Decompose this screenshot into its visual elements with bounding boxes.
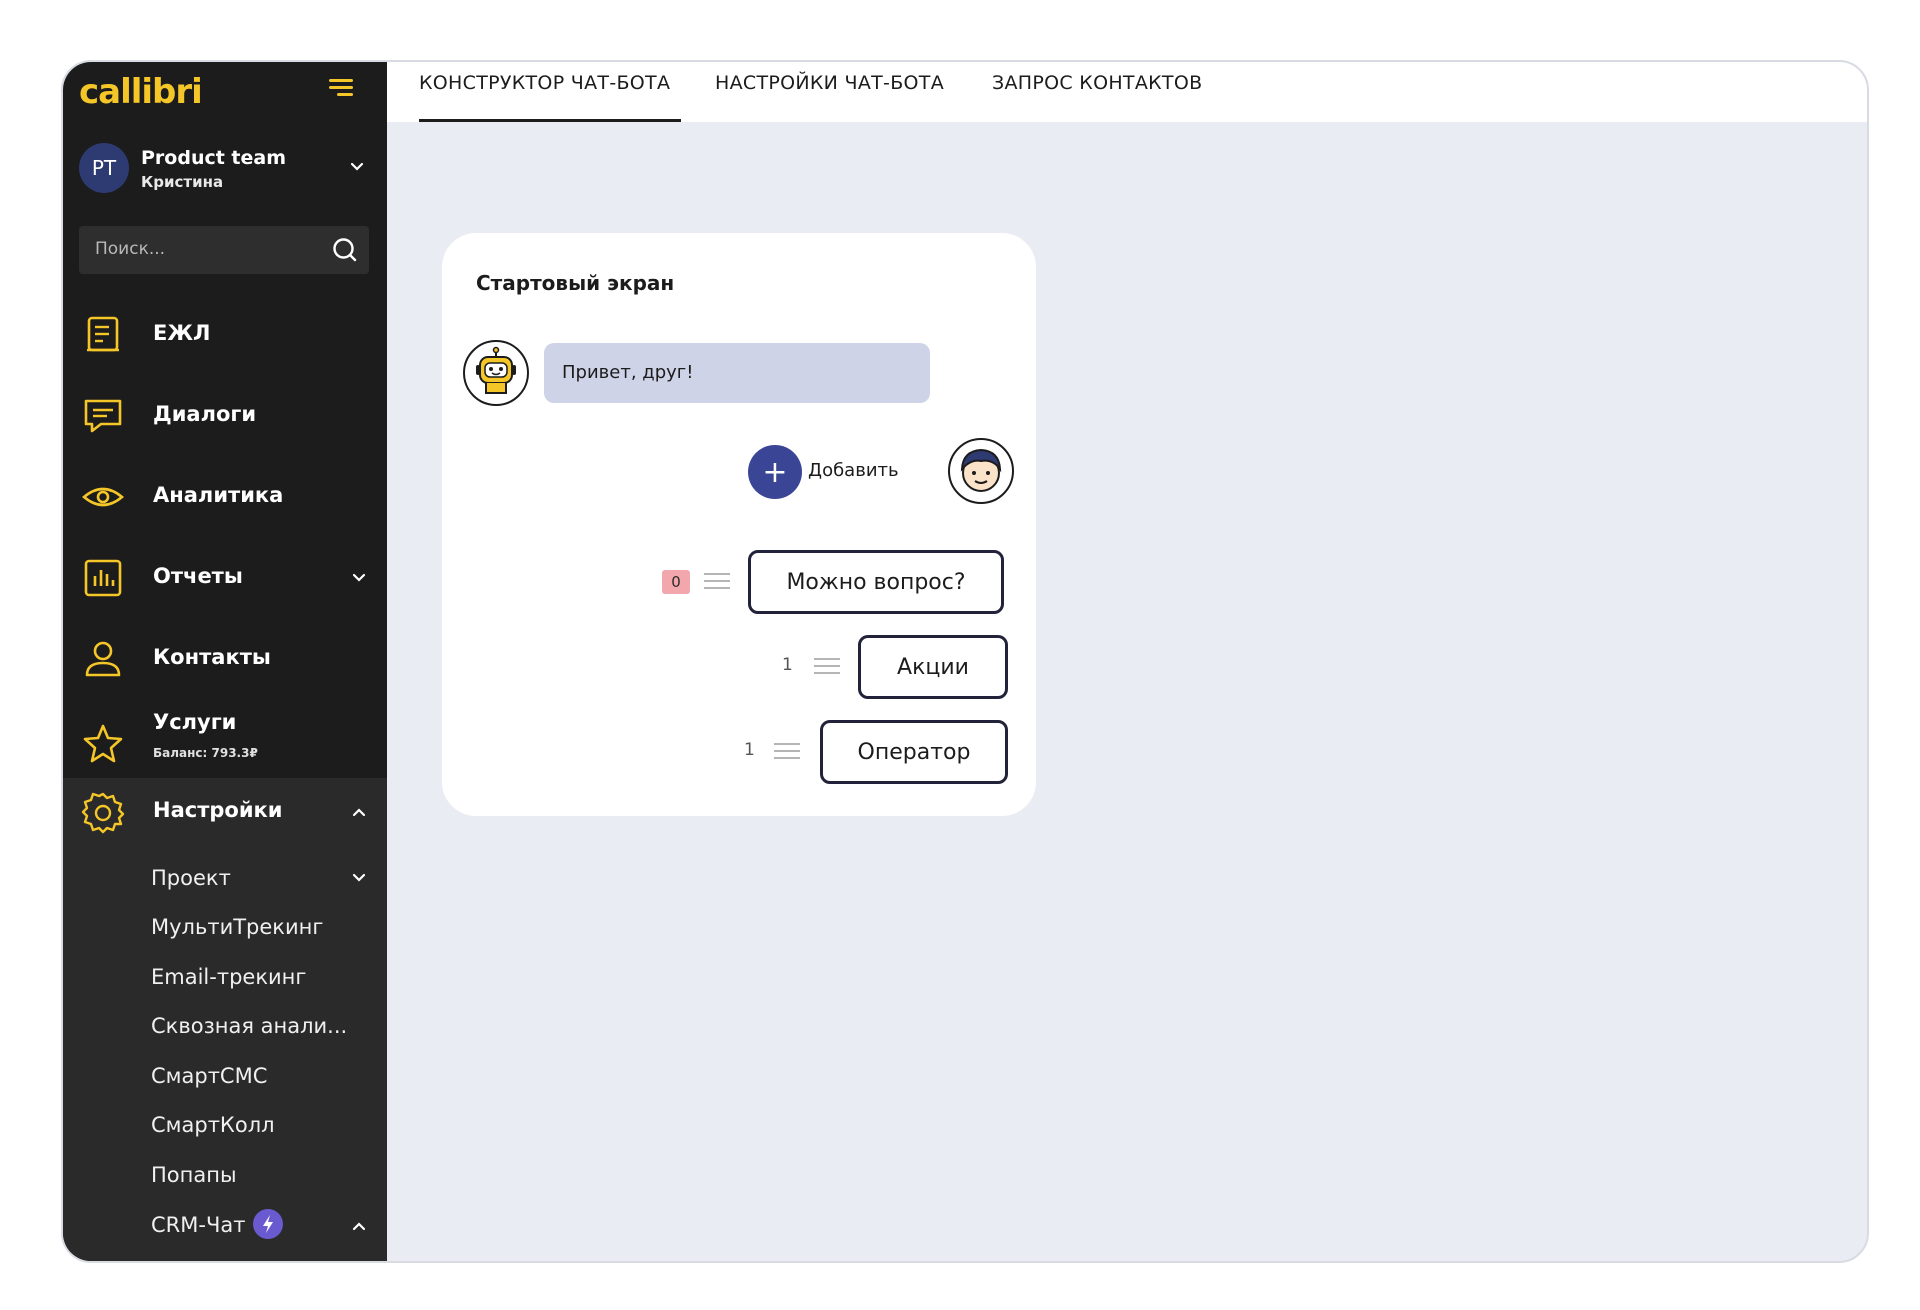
option-row: 1 Оператор: [744, 720, 1014, 784]
sidebar: callibri PT Product team Кристина Поиск.…: [63, 62, 387, 1261]
settings-section: Настройки Проект МультиТрекинг Email-тре…: [63, 778, 387, 1261]
sidebar-item-analytics[interactable]: Аналитика: [63, 461, 387, 531]
sidebar-item-label: Услуги: [153, 710, 237, 734]
search-box[interactable]: Поиск...: [79, 226, 369, 274]
chat-icon: [84, 399, 122, 433]
star-icon: [83, 724, 123, 763]
account-switcher[interactable]: PT Product team Кристина: [79, 141, 379, 195]
option-row: 0 Можно вопрос?: [662, 550, 1014, 614]
journal-icon: [87, 316, 119, 352]
option-button[interactable]: Можно вопрос?: [748, 550, 1004, 614]
card-title: Стартовый экран: [476, 271, 675, 295]
option-count: 1: [744, 740, 755, 760]
sidebar-item-services[interactable]: Услуги Баланс: 793.3₽: [63, 694, 387, 778]
tab-contact-request[interactable]: ЗАПРОС КОНТАКТОВ: [992, 72, 1202, 94]
chevron-down-icon: [350, 162, 364, 171]
search-input[interactable]: Поиск...: [95, 239, 165, 259]
tab-bar: КОНСТРУКТОР ЧАТ-БОТА НАСТРОЙКИ ЧАТ-БОТА …: [387, 62, 1867, 122]
bot-avatar-icon: [463, 340, 529, 406]
drag-handle-icon[interactable]: [704, 573, 730, 591]
sidebar-item-ezhl[interactable]: ЕЖЛ: [63, 299, 387, 369]
settings-item-project[interactable]: Проект: [151, 866, 231, 890]
lightning-icon: [253, 1209, 284, 1239]
chevron-up-icon: [352, 1222, 366, 1231]
avatar: PT: [79, 143, 129, 193]
tab-bot-constructor[interactable]: КОНСТРУКТОР ЧАТ-БОТА: [419, 72, 670, 94]
sidebar-item-label: Диалоги: [153, 402, 257, 426]
settings-item-crm-chat[interactable]: CRM-Чат: [151, 1209, 284, 1241]
bar-chart-icon: [84, 559, 122, 597]
settings-item-smartcall[interactable]: СмартКолл: [151, 1113, 275, 1137]
eye-icon: [81, 487, 125, 507]
settings-item-smartsms[interactable]: СмартСМС: [151, 1064, 267, 1088]
sidebar-item-label: Контакты: [153, 645, 271, 669]
chevron-down-icon: [352, 573, 366, 582]
gear-icon: [81, 792, 125, 834]
option-row: 1 Акции: [782, 635, 1014, 699]
option-count: 1: [782, 655, 793, 675]
callibri-logo[interactable]: callibri: [79, 72, 203, 112]
settings-item-popups[interactable]: Попапы: [151, 1163, 237, 1187]
drag-handle-icon[interactable]: [814, 658, 840, 676]
sidebar-item-label: Настройки: [153, 798, 283, 822]
bot-message-text: Привет, друг!: [562, 362, 694, 383]
add-button[interactable]: +: [748, 445, 802, 499]
bot-message-bubble[interactable]: Привет, друг!: [544, 343, 930, 403]
option-button[interactable]: Акции: [858, 635, 1008, 699]
account-user: Кристина: [141, 173, 224, 191]
menu-icon[interactable]: [329, 79, 353, 99]
user-avatar-icon: [948, 438, 1014, 504]
add-button-label[interactable]: Добавить: [808, 460, 899, 481]
sidebar-item-contacts[interactable]: Контакты: [63, 623, 387, 693]
drag-handle-icon[interactable]: [774, 743, 800, 761]
option-count-badge: 0: [662, 570, 690, 594]
settings-item-multitracking[interactable]: МультиТрекинг: [151, 915, 323, 939]
search-icon[interactable]: [331, 236, 359, 264]
chevron-up-icon: [352, 808, 366, 817]
sidebar-item-label: Аналитика: [153, 483, 284, 507]
sidebar-item-reports[interactable]: Отчеты: [63, 542, 387, 612]
user-icon: [85, 641, 121, 677]
settings-item-end-to-end[interactable]: Сквозная анали...: [151, 1014, 347, 1038]
option-button[interactable]: Оператор: [820, 720, 1008, 784]
sidebar-item-label: Отчеты: [153, 564, 243, 588]
start-screen-card: Стартовый экран Привет, друг! + Добавить: [442, 233, 1036, 816]
app-window: callibri PT Product team Кристина Поиск.…: [61, 60, 1869, 1263]
tab-bot-settings[interactable]: НАСТРОЙКИ ЧАТ-БОТА: [715, 72, 944, 94]
sidebar-item-label: ЕЖЛ: [153, 321, 211, 345]
chevron-down-icon: [352, 873, 366, 882]
balance-text: Баланс: 793.3₽: [153, 746, 258, 760]
account-name: Product team: [141, 147, 287, 169]
sidebar-item-settings[interactable]: Настройки: [63, 778, 387, 848]
settings-item-email-tracking[interactable]: Email-трекинг: [151, 965, 306, 989]
crm-chat-label: CRM-Чат: [151, 1213, 246, 1237]
sidebar-item-dialogs[interactable]: Диалоги: [63, 380, 387, 450]
active-tab-indicator: [419, 119, 681, 122]
